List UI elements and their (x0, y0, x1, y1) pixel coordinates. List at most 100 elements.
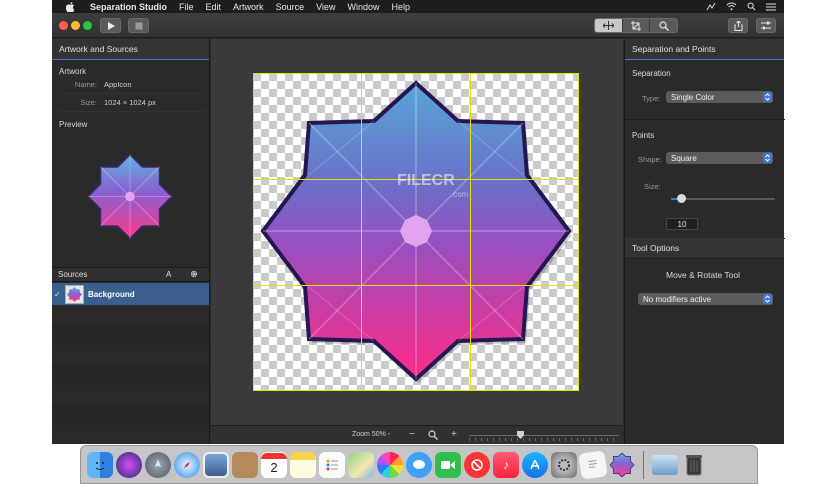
control-list-icon[interactable] (766, 3, 776, 11)
shape-label: Shape: (638, 155, 662, 164)
zoom-fit-icon[interactable] (428, 430, 438, 440)
watermark-subtext: .com (451, 190, 469, 199)
points-label: Points (632, 131, 655, 140)
menu-app-name[interactable]: Separation Studio (90, 2, 167, 12)
notefile-icon[interactable] (232, 451, 258, 478)
close-window-button[interactable] (59, 21, 68, 30)
downloads-folder-icon[interactable] (652, 454, 678, 475)
artwork-section-label: Artwork (59, 67, 87, 76)
separation-type-select[interactable]: Single Color (666, 91, 773, 103)
menu-window[interactable]: Window (347, 2, 379, 12)
add-text-source-button[interactable]: A (166, 270, 171, 279)
chevron-updown-icon (763, 92, 772, 102)
tool-options-header: Tool Options (625, 238, 784, 259)
messages-icon[interactable] (406, 451, 432, 478)
separation-studio-icon[interactable] (609, 452, 635, 478)
source-thumbnail (65, 284, 84, 304)
minimize-window-button[interactable] (71, 21, 80, 30)
tool-selector (594, 18, 678, 33)
inspector-toggle-button[interactable] (756, 18, 776, 33)
name-label: Name: (74, 80, 97, 89)
sliders-icon (761, 21, 771, 30)
sources-label: Sources (58, 270, 88, 279)
menu-file[interactable]: File (179, 2, 194, 12)
menu-artwork[interactable]: Artwork (233, 2, 264, 12)
point-shape-select[interactable]: Square (666, 152, 773, 164)
siri-icon[interactable] (116, 451, 142, 478)
modifiers-value: No modifiers active (643, 294, 712, 304)
maps-icon[interactable] (348, 451, 374, 478)
menu-source[interactable]: Source (276, 2, 305, 12)
zoom-bar: Zoom 50% ◦ − + (211, 425, 623, 444)
dock: 2 ♪ (80, 445, 758, 484)
artwork-preview (80, 149, 180, 244)
point-size-slider-track[interactable] (671, 198, 775, 200)
tool-name-label: Move & Rotate Tool (666, 270, 741, 280)
artwork-name-row: Name: AppIcon (59, 76, 205, 94)
reminders-icon[interactable] (319, 451, 345, 478)
preview-label: Preview (59, 120, 88, 129)
menu-help[interactable]: Help (391, 2, 410, 12)
move-arrows-icon (602, 21, 614, 30)
music-icon[interactable]: ♪ (493, 451, 519, 478)
stop-button[interactable] (128, 18, 149, 33)
inspector-panel: Separation and Points Separation Type: S… (624, 39, 785, 444)
share-button[interactable] (728, 18, 748, 33)
artboard[interactable]: FILECR .com (253, 73, 579, 391)
menu-bar: Separation Studio File Edit Artwork Sour… (52, 0, 784, 13)
checkmark-icon[interactable]: ✓ (54, 290, 64, 299)
modifiers-select[interactable]: No modifiers active (638, 293, 773, 305)
toolbar (52, 13, 784, 38)
share-status-icon[interactable] (706, 2, 716, 11)
zoom-window-button[interactable] (83, 21, 92, 30)
separation-type-value: Single Color (671, 92, 715, 102)
artwork-canvas[interactable]: FILECR .com (211, 39, 623, 425)
zoom-in-button[interactable]: + (451, 429, 457, 440)
artwork-size-row: Size: 1024 × 1024 px (59, 94, 205, 112)
play-button[interactable] (100, 18, 121, 33)
zoom-out-button[interactable]: − (409, 429, 415, 440)
spotlight-icon[interactable] (747, 2, 756, 11)
wifi-icon[interactable] (726, 2, 737, 11)
point-size-slider-knob[interactable] (677, 194, 686, 203)
crop-tool-button[interactable] (622, 19, 651, 32)
size-value: 1024 × 1024 px (104, 98, 156, 107)
sources-list-empty-area (52, 305, 209, 444)
zoom-level-label[interactable]: Zoom 50% ◦ (352, 431, 390, 438)
source-item-background[interactable]: ✓ Background (52, 283, 209, 305)
launchpad-icon[interactable] (145, 451, 171, 478)
preview-photo-icon[interactable] (203, 451, 229, 478)
crop-icon (631, 20, 641, 31)
share-icon (734, 20, 742, 31)
artwork-sources-panel: Artwork and Sources Artwork Name: AppIco… (52, 39, 210, 444)
separation-label: Separation (632, 69, 671, 78)
apple-menu-icon[interactable] (64, 1, 76, 13)
facetime-icon[interactable] (435, 451, 461, 478)
finder-icon[interactable] (87, 451, 113, 478)
textedit-icon[interactable] (578, 449, 608, 480)
app-store-icon[interactable] (522, 451, 548, 478)
star-artwork[interactable] (260, 80, 572, 383)
name-value[interactable]: AppIcon (104, 80, 132, 89)
news-icon[interactable] (464, 451, 490, 478)
gear-icon[interactable] (190, 270, 198, 278)
move-tool-button[interactable] (595, 19, 623, 32)
chevron-updown-icon (763, 294, 772, 304)
safari-icon[interactable] (174, 451, 200, 478)
watermark-text: FILECR (397, 172, 455, 189)
zoom-slider-track[interactable] (469, 435, 619, 436)
menu-edit[interactable]: Edit (206, 2, 222, 12)
menu-view[interactable]: View (316, 2, 335, 12)
photos-icon[interactable] (377, 451, 403, 478)
notes-icon[interactable] (290, 451, 316, 478)
artwork-sources-header: Artwork and Sources (52, 39, 209, 60)
trash-icon[interactable] (681, 452, 707, 478)
zoom-tool-button[interactable] (650, 19, 677, 32)
chevron-updown-icon (763, 153, 772, 163)
point-size-field[interactable]: 10 (666, 218, 698, 230)
dock-separator (643, 450, 644, 479)
calendar-icon[interactable]: 2 (261, 451, 287, 478)
system-preferences-icon[interactable] (551, 451, 577, 478)
stop-icon (135, 22, 142, 29)
source-name: Background (88, 289, 135, 299)
